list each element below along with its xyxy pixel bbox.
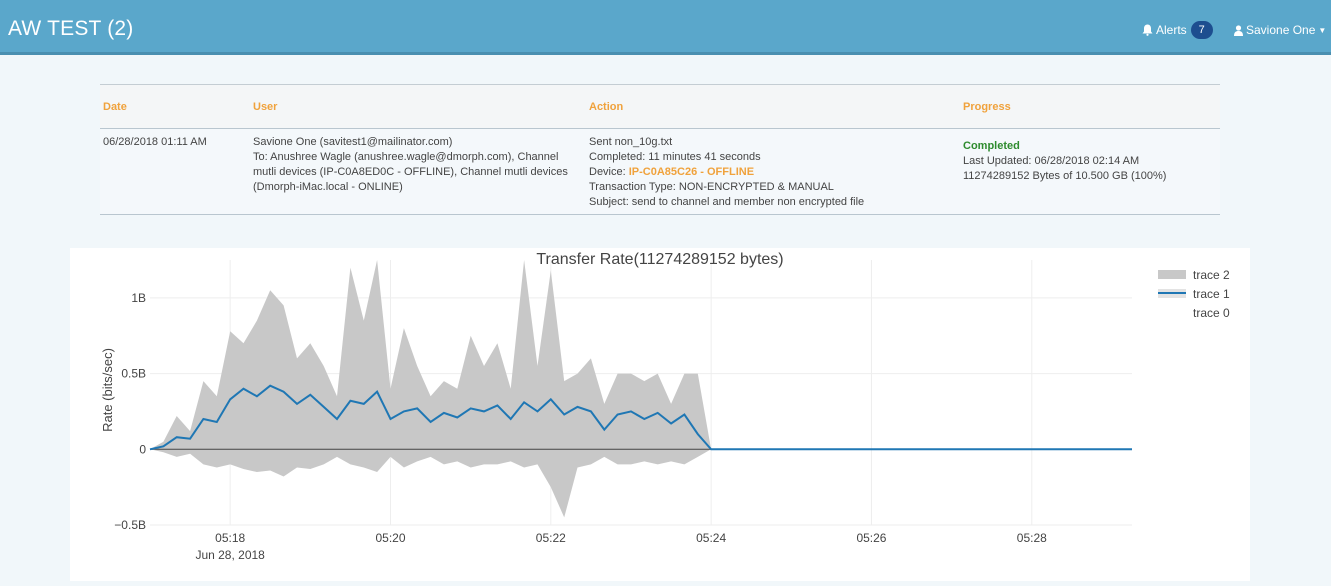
cell-action: Sent non_10g.txt Completed: 11 minutes 4… [586, 128, 960, 215]
user-line: mutli devices (IP-C0A8ED0C - OFFLINE), C… [253, 166, 568, 178]
status-completed: Completed [963, 140, 1020, 152]
table-row: 06/28/2018 01:11 AM Savione One (savites… [100, 128, 1220, 215]
alerts-label: Alerts [1156, 23, 1187, 37]
device-value: IP-C0A85C26 - OFFLINE [628, 166, 755, 178]
chart-legend[interactable]: trace 2 trace 1 trace 0 [1158, 268, 1230, 320]
user-icon [1234, 24, 1243, 36]
progress-bytes: 11274289152 Bytes of 10.500 GB (100%) [963, 170, 1167, 182]
column-header-progress: Progress [960, 84, 1220, 129]
x-tick-label: 05:20 [375, 531, 405, 545]
x-tick-label: 05:24 [696, 531, 726, 545]
device-label: Device: [589, 166, 629, 178]
chevron-down-icon: ▼ [1318, 25, 1327, 35]
user-line: (Dmorph-iMac.local - ONLINE) [253, 181, 403, 193]
transaction-table: Date User Action Progress 06/28/2018 01:… [100, 84, 1220, 215]
bell-icon [1142, 24, 1153, 36]
x-tick-label: 05:22 [536, 531, 566, 545]
action-completed: Completed: 11 minutes 41 seconds [589, 151, 761, 163]
user-name: Savione One [1246, 23, 1316, 37]
column-header-user: User [250, 84, 586, 129]
legend-label: trace 2 [1193, 268, 1230, 282]
action-transaction-type: Transaction Type: NON-ENCRYPTED & MANUAL [589, 181, 834, 193]
column-header-action: Action [586, 84, 960, 129]
x-tick-label: 05:26 [856, 531, 886, 545]
page-title: AW TEST (2) [8, 17, 134, 40]
progress-last-updated: Last Updated: 06/28/2018 02:14 AM [963, 155, 1140, 167]
cell-user: Savione One (savitest1@mailinator.com) T… [250, 128, 586, 215]
transfer-rate-chart-card: 1B 0.5B 0 −0.5B 05:18 Jun 28, 2018 05:20 05:22 0… [70, 248, 1250, 581]
x-tick-label: 05:18 [215, 531, 245, 545]
y-tick-label: −0.5B [114, 518, 146, 532]
table-header-row: Date User Action Progress [100, 84, 1220, 129]
user-line: Savione One (savitest1@mailinator.com) [253, 136, 453, 148]
action-device: Device: IP-C0A85C26 - OFFLINE [589, 165, 957, 180]
transaction-table-container: Date User Action Progress 06/28/2018 01:… [100, 84, 1220, 215]
y-tick-label: 1B [131, 291, 146, 305]
transaction-date: 06/28/2018 01:11 AM [103, 136, 207, 148]
user-line: To: Anushree Wagle (anushree.wagle@dmorp… [253, 151, 559, 163]
chart-y-axis-label: Rate (bits/sec) [100, 348, 115, 432]
x-tick-label: 05:28 [1017, 531, 1047, 545]
column-header-date: Date [100, 84, 250, 129]
cell-progress: Completed Last Updated: 06/28/2018 02:14… [960, 128, 1220, 215]
transfer-rate-chart: 1B 0.5B 0 −0.5B 05:18 Jun 28, 2018 05:20 05:22 0… [100, 251, 1230, 562]
y-tick-label: 0.5B [121, 367, 146, 381]
x-tick-sublabel: Jun 28, 2018 [195, 548, 265, 562]
action-sent: Sent non_10g.txt [589, 136, 673, 148]
legend-label: trace 1 [1193, 287, 1230, 301]
user-menu-dropdown[interactable]: Savione One ▼ [1234, 23, 1326, 37]
legend-label: trace 0 [1193, 306, 1230, 320]
alerts-count-badge: 7 [1190, 21, 1213, 39]
top-navbar: AW TEST (2) Alerts 7 Savione One ▼ [0, 0, 1331, 55]
chart-area-layer [150, 260, 712, 518]
cell-date: 06/28/2018 01:11 AM [100, 128, 250, 215]
y-tick-label: 0 [139, 442, 146, 456]
action-subject: Subject: send to channel and member non … [589, 196, 865, 208]
legend-swatch-trace-2 [1158, 270, 1186, 279]
chart-title: Transfer Rate(11274289152 bytes) [536, 251, 783, 268]
series-trace-2-band [150, 260, 712, 518]
alerts-button[interactable]: Alerts 7 [1142, 21, 1213, 39]
